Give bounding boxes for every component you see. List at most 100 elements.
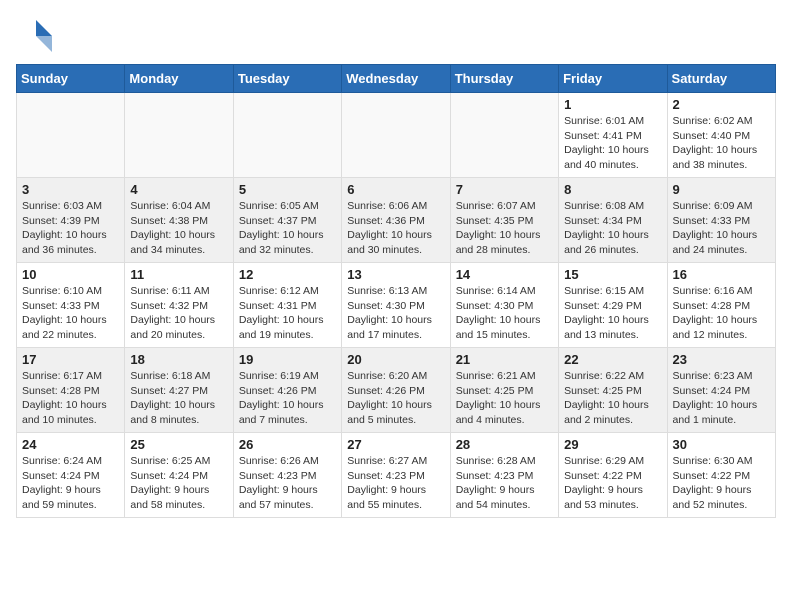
day-number: 26 — [239, 437, 336, 452]
day-number: 22 — [564, 352, 661, 367]
day-info: Sunrise: 6:02 AM Sunset: 4:40 PM Dayligh… — [673, 114, 770, 173]
day-info: Sunrise: 6:07 AM Sunset: 4:35 PM Dayligh… — [456, 199, 553, 258]
day-number: 12 — [239, 267, 336, 282]
day-number: 19 — [239, 352, 336, 367]
day-info: Sunrise: 6:05 AM Sunset: 4:37 PM Dayligh… — [239, 199, 336, 258]
day-number: 20 — [347, 352, 444, 367]
day-cell: 21 Sunrise: 6:21 AM Sunset: 4:25 PM Dayli… — [450, 348, 558, 433]
day-info: Sunrise: 6:15 AM Sunset: 4:29 PM Dayligh… — [564, 284, 661, 343]
day-cell: 7 Sunrise: 6:07 AM Sunset: 4:35 PM Daylig… — [450, 178, 558, 263]
day-number: 18 — [130, 352, 227, 367]
day-number: 11 — [130, 267, 227, 282]
day-number: 30 — [673, 437, 770, 452]
day-cell: 30 Sunrise: 6:30 AM Sunset: 4:22 PM Dayli… — [667, 433, 775, 518]
day-number: 21 — [456, 352, 553, 367]
logo-icon — [16, 16, 52, 52]
day-info: Sunrise: 6:26 AM Sunset: 4:23 PM Dayligh… — [239, 454, 336, 513]
day-number: 16 — [673, 267, 770, 282]
day-number: 9 — [673, 182, 770, 197]
day-cell: 16 Sunrise: 6:16 AM Sunset: 4:28 PM Dayli… — [667, 263, 775, 348]
day-cell: 26 Sunrise: 6:26 AM Sunset: 4:23 PM Dayli… — [233, 433, 341, 518]
day-cell: 19 Sunrise: 6:19 AM Sunset: 4:26 PM Dayli… — [233, 348, 341, 433]
day-number: 29 — [564, 437, 661, 452]
day-number: 28 — [456, 437, 553, 452]
day-number: 10 — [22, 267, 119, 282]
day-info: Sunrise: 6:13 AM Sunset: 4:30 PM Dayligh… — [347, 284, 444, 343]
day-info: Sunrise: 6:01 AM Sunset: 4:41 PM Dayligh… — [564, 114, 661, 173]
logo — [16, 16, 56, 52]
weekday-header-saturday: Saturday — [667, 65, 775, 93]
day-info: Sunrise: 6:23 AM Sunset: 4:24 PM Dayligh… — [673, 369, 770, 428]
weekday-header-row: SundayMondayTuesdayWednesdayThursdayFrid… — [17, 65, 776, 93]
day-info: Sunrise: 6:28 AM Sunset: 4:23 PM Dayligh… — [456, 454, 553, 513]
day-info: Sunrise: 6:03 AM Sunset: 4:39 PM Dayligh… — [22, 199, 119, 258]
day-info: Sunrise: 6:22 AM Sunset: 4:25 PM Dayligh… — [564, 369, 661, 428]
day-info: Sunrise: 6:12 AM Sunset: 4:31 PM Dayligh… — [239, 284, 336, 343]
day-cell: 1 Sunrise: 6:01 AM Sunset: 4:41 PM Daylig… — [559, 93, 667, 178]
day-info: Sunrise: 6:27 AM Sunset: 4:23 PM Dayligh… — [347, 454, 444, 513]
day-number: 14 — [456, 267, 553, 282]
week-row-5: 24 Sunrise: 6:24 AM Sunset: 4:24 PM Dayli… — [17, 433, 776, 518]
weekday-header-tuesday: Tuesday — [233, 65, 341, 93]
page-header — [16, 16, 776, 52]
day-cell: 15 Sunrise: 6:15 AM Sunset: 4:29 PM Dayli… — [559, 263, 667, 348]
day-cell: 4Sunrise: 6:04 AM Sunset: 4:38 PM Daylig… — [125, 178, 233, 263]
day-info: Sunrise: 6:20 AM Sunset: 4:26 PM Dayligh… — [347, 369, 444, 428]
day-cell: 28 Sunrise: 6:28 AM Sunset: 4:23 PM Dayli… — [450, 433, 558, 518]
day-cell: 10 Sunrise: 6:10 AM Sunset: 4:33 PM Dayli… — [17, 263, 125, 348]
day-cell: 5Sunrise: 6:05 AM Sunset: 4:37 PM Daylig… — [233, 178, 341, 263]
day-info: Sunrise: 6:16 AM Sunset: 4:28 PM Dayligh… — [673, 284, 770, 343]
day-info: Sunrise: 6:10 AM Sunset: 4:33 PM Dayligh… — [22, 284, 119, 343]
day-info: Sunrise: 6:04 AM Sunset: 4:38 PM Dayligh… — [130, 199, 227, 258]
day-number: 13 — [347, 267, 444, 282]
day-cell: 22 Sunrise: 6:22 AM Sunset: 4:25 PM Dayli… — [559, 348, 667, 433]
week-row-3: 10 Sunrise: 6:10 AM Sunset: 4:33 PM Dayli… — [17, 263, 776, 348]
day-info: Sunrise: 6:14 AM Sunset: 4:30 PM Dayligh… — [456, 284, 553, 343]
weekday-header-thursday: Thursday — [450, 65, 558, 93]
day-number: 8 — [564, 182, 661, 197]
day-cell: 13 Sunrise: 6:13 AM Sunset: 4:30 PM Dayli… — [342, 263, 450, 348]
day-info: Sunrise: 6:29 AM Sunset: 4:22 PM Dayligh… — [564, 454, 661, 513]
day-cell: 8 Sunrise: 6:08 AM Sunset: 4:34 PM Daylig… — [559, 178, 667, 263]
day-info: Sunrise: 6:06 AM Sunset: 4:36 PM Dayligh… — [347, 199, 444, 258]
day-cell: 23Sunrise: 6:23 AM Sunset: 4:24 PM Dayli… — [667, 348, 775, 433]
day-number: 6 — [347, 182, 444, 197]
day-info: Sunrise: 6:24 AM Sunset: 4:24 PM Dayligh… — [22, 454, 119, 513]
weekday-header-sunday: Sunday — [17, 65, 125, 93]
week-row-4: 17 Sunrise: 6:17 AM Sunset: 4:28 PM Dayli… — [17, 348, 776, 433]
weekday-header-wednesday: Wednesday — [342, 65, 450, 93]
day-number: 1 — [564, 97, 661, 112]
day-cell: 14 Sunrise: 6:14 AM Sunset: 4:30 PM Dayli… — [450, 263, 558, 348]
day-cell — [233, 93, 341, 178]
day-info: Sunrise: 6:25 AM Sunset: 4:24 PM Dayligh… — [130, 454, 227, 513]
day-info: Sunrise: 6:30 AM Sunset: 4:22 PM Dayligh… — [673, 454, 770, 513]
day-cell: 20 Sunrise: 6:20 AM Sunset: 4:26 PM Dayli… — [342, 348, 450, 433]
day-info: Sunrise: 6:21 AM Sunset: 4:25 PM Dayligh… — [456, 369, 553, 428]
day-cell: 2 Sunrise: 6:02 AM Sunset: 4:40 PM Daylig… — [667, 93, 775, 178]
day-info: Sunrise: 6:19 AM Sunset: 4:26 PM Dayligh… — [239, 369, 336, 428]
day-info: Sunrise: 6:09 AM Sunset: 4:33 PM Dayligh… — [673, 199, 770, 258]
day-cell: 11 Sunrise: 6:11 AM Sunset: 4:32 PM Dayli… — [125, 263, 233, 348]
day-number: 15 — [564, 267, 661, 282]
day-info: Sunrise: 6:11 AM Sunset: 4:32 PM Dayligh… — [130, 284, 227, 343]
day-info: Sunrise: 6:18 AM Sunset: 4:27 PM Dayligh… — [130, 369, 227, 428]
day-cell — [450, 93, 558, 178]
day-cell — [17, 93, 125, 178]
day-number: 24 — [22, 437, 119, 452]
weekday-header-friday: Friday — [559, 65, 667, 93]
day-info: Sunrise: 6:08 AM Sunset: 4:34 PM Dayligh… — [564, 199, 661, 258]
day-number: 25 — [130, 437, 227, 452]
day-cell: 17 Sunrise: 6:17 AM Sunset: 4:28 PM Dayli… — [17, 348, 125, 433]
day-cell: 18 Sunrise: 6:18 AM Sunset: 4:27 PM Dayli… — [125, 348, 233, 433]
day-cell: 12 Sunrise: 6:12 AM Sunset: 4:31 PM Dayli… — [233, 263, 341, 348]
day-cell: 27Sunrise: 6:27 AM Sunset: 4:23 PM Dayli… — [342, 433, 450, 518]
day-cell: 29 Sunrise: 6:29 AM Sunset: 4:22 PM Dayli… — [559, 433, 667, 518]
week-row-2: 3Sunrise: 6:03 AM Sunset: 4:39 PM Daylig… — [17, 178, 776, 263]
day-number: 17 — [22, 352, 119, 367]
day-number: 2 — [673, 97, 770, 112]
week-row-1: 1 Sunrise: 6:01 AM Sunset: 4:41 PM Daylig… — [17, 93, 776, 178]
day-info: Sunrise: 6:17 AM Sunset: 4:28 PM Dayligh… — [22, 369, 119, 428]
day-number: 7 — [456, 182, 553, 197]
calendar: SundayMondayTuesdayWednesdayThursdayFrid… — [16, 64, 776, 518]
day-cell: 3Sunrise: 6:03 AM Sunset: 4:39 PM Daylig… — [17, 178, 125, 263]
